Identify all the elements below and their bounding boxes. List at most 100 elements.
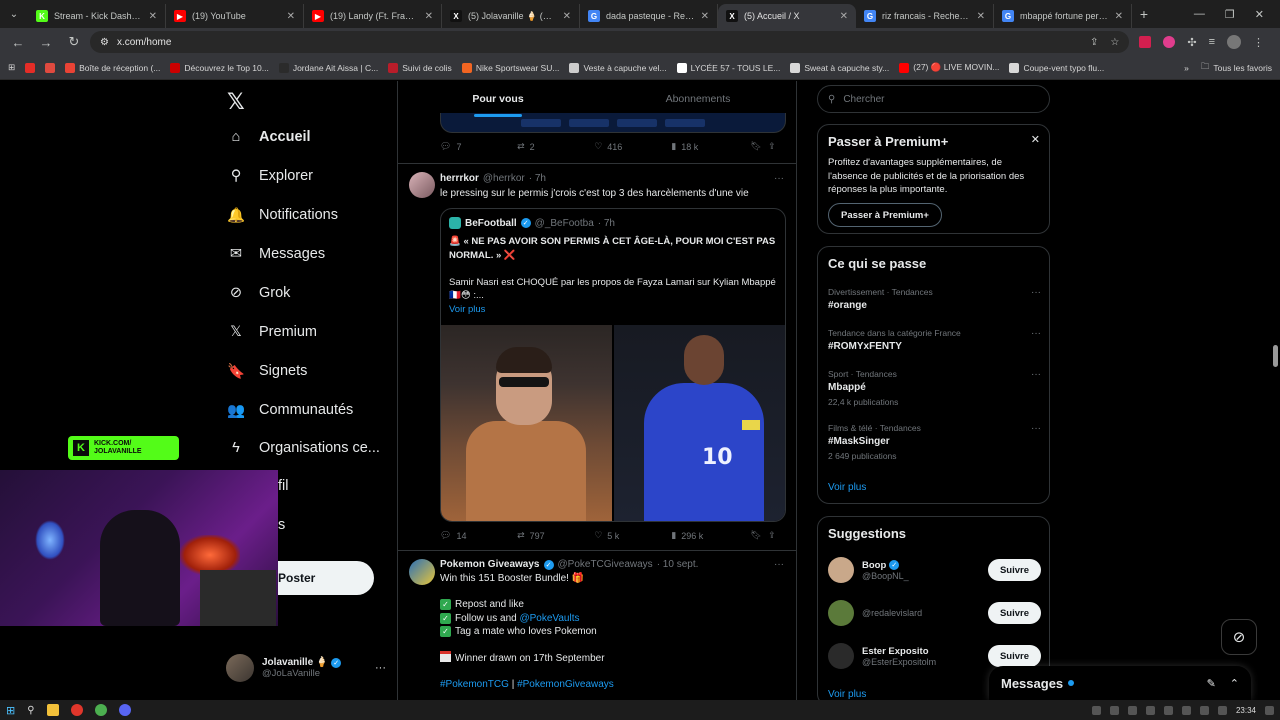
nav-item-mail[interactable]: ✉ Messages [227, 245, 325, 263]
repost-button[interactable]: ⇄ 2 [517, 141, 594, 152]
browser-tab[interactable]: K Stream - Kick Dashboard ✕ [28, 4, 166, 28]
tray-icon[interactable] [1091, 705, 1101, 715]
close-icon[interactable]: ✕ [1031, 133, 1040, 146]
new-message-icon[interactable]: ✎ [1207, 677, 1216, 690]
trend-item[interactable]: Tendance dans la catégorie France #ROMYx… [828, 328, 1041, 352]
nav-item-x-logo[interactable]: 𝕏 Premium [227, 323, 317, 341]
share-icon[interactable]: ⇪ [768, 141, 786, 152]
author-handle[interactable]: @herrkor [483, 173, 525, 184]
bookmark-item[interactable]: Boîte de réception (... [65, 62, 160, 73]
more-icon[interactable]: ··· [375, 662, 386, 674]
star-icon[interactable]: ☆ [1110, 37, 1119, 48]
clock[interactable]: 23:34 [1236, 706, 1256, 715]
restore-icon[interactable]: ❐ [1225, 8, 1235, 21]
bookmark-item[interactable]: Nike Sportswear SU... [461, 62, 559, 73]
bookmarks-overflow-icon[interactable]: » [1184, 63, 1189, 73]
account-switcher[interactable]: Jolavanille 🍦 ✓ @JoLaVanille ··· [226, 654, 386, 682]
tweet-time[interactable]: · 7h [529, 173, 546, 184]
nav-item-bell[interactable]: 🔔 Notifications [227, 206, 338, 224]
kebab-menu-icon[interactable]: ⋮ [1253, 36, 1264, 49]
tab-for-you[interactable]: Pour vous [398, 81, 598, 117]
nav-item-search[interactable]: ⚲ Explorer [227, 167, 313, 185]
bookmark-item[interactable]: LYCÉE 57 - TOUS LE... [676, 62, 780, 73]
puzzle-icon[interactable]: ✣ [1187, 36, 1196, 49]
tab-search-icon[interactable]: ⌄ [0, 0, 28, 28]
search-input[interactable]: ⚲ Chercher [817, 85, 1050, 113]
like-button[interactable]: ♡ 416 [594, 141, 671, 152]
follow-button[interactable]: Suivre [987, 645, 1041, 667]
file-explorer-icon[interactable] [46, 704, 59, 716]
tab-close-icon[interactable]: ✕ [840, 11, 848, 22]
hashtag-link[interactable]: #PokemonTCG [440, 679, 509, 690]
author-handle[interactable]: @PokeTCGiveaways [558, 559, 653, 570]
extension-icon[interactable] [1139, 36, 1152, 48]
nav-item-grok[interactable]: ⊘ Grok [227, 284, 291, 302]
trend-item[interactable]: Divertissement · Tendances #orange ··· [828, 287, 1041, 311]
scrollbar-track[interactable] [1271, 81, 1280, 700]
share-icon[interactable]: ⇪ [768, 530, 786, 541]
grok-floating-button[interactable]: ⊘ [1221, 619, 1257, 655]
all-bookmarks[interactable]: 🗀 Tous les favoris [1201, 61, 1272, 75]
quote-image-nasri[interactable] [441, 325, 612, 521]
tweet-time[interactable]: · 10 sept. [657, 559, 699, 570]
browser-tab[interactable]: ▶ (19) YouTube ✕ [166, 4, 304, 28]
follow-button[interactable]: Suivre [987, 559, 1041, 581]
avatar[interactable] [409, 559, 435, 585]
opera-icon[interactable] [70, 704, 83, 716]
tab-close-icon[interactable]: ✕ [1115, 11, 1123, 22]
expand-icon[interactable]: ⌃ [1230, 677, 1239, 690]
search-icon[interactable]: ⚲ [27, 705, 34, 716]
tray-icon[interactable] [1127, 705, 1137, 715]
bookmark-item[interactable]: Suivi de colis [388, 62, 452, 73]
browser-tab[interactable]: G mbappé fortune personn ✕ [994, 4, 1132, 28]
close-window-icon[interactable]: ✕ [1255, 8, 1264, 21]
bookmark-item[interactable]: Veste à capuche vel... [569, 62, 667, 73]
bookmark-item[interactable]: Découvrez le Top 10... [170, 62, 269, 73]
suggestion-row[interactable]: Boop ✓ @BoopNL_ Suivre [828, 555, 1041, 585]
premium-button[interactable]: Passer à Premium+ [828, 203, 942, 227]
trend-item[interactable]: Films & télé · Tendances #MaskSinger 2 64… [828, 423, 1041, 461]
extension-icon[interactable] [1163, 36, 1176, 48]
nav-item-home[interactable]: ⌂ Accueil [227, 128, 311, 146]
install-icon[interactable]: ⇪ [1090, 37, 1098, 48]
notification-icon[interactable] [1265, 705, 1274, 715]
quote-image-mbappe[interactable]: 10 [614, 325, 785, 521]
apps-icon[interactable]: ⊞ [8, 62, 15, 73]
wifi-icon[interactable] [1199, 705, 1209, 715]
new-tab-button[interactable]: + [1132, 6, 1156, 22]
browser-tab[interactable]: ▶ (19) Landy (Ft. Franglish) ✕ [304, 4, 442, 28]
browser-tab[interactable]: G dada pasteque - Recherch ✕ [580, 4, 718, 28]
repost-button[interactable]: ⇄ 797 [517, 530, 594, 541]
more-icon[interactable]: ··· [774, 173, 784, 184]
tray-icon[interactable] [1163, 705, 1173, 715]
tab-list-icon[interactable]: ≡ [1209, 36, 1215, 48]
nav-item-profile[interactable]: fil [278, 478, 288, 494]
nav-item-more[interactable]: s [278, 517, 285, 533]
volume-icon[interactable] [1217, 705, 1227, 715]
avatar[interactable] [409, 172, 435, 198]
bookmark-item[interactable] [25, 62, 36, 73]
tab-close-icon[interactable]: ✕ [425, 11, 433, 22]
like-button[interactable]: ♡ 5 k [594, 530, 671, 541]
tab-close-icon[interactable]: ✕ [977, 11, 985, 22]
browser-tab[interactable]: X (5) Accueil / X ✕ [718, 4, 856, 28]
more-icon[interactable]: ··· [1031, 287, 1041, 298]
discord-icon[interactable] [118, 704, 131, 716]
x-logo-icon[interactable]: 𝕏 [227, 89, 245, 115]
back-icon[interactable]: ← [6, 30, 30, 54]
tab-close-icon[interactable]: ✕ [563, 11, 571, 22]
reply-button[interactable]: 💬︎ 14 [440, 530, 517, 541]
suggestions-see-more[interactable]: Voir plus [828, 689, 866, 700]
tray-icon[interactable] [1109, 705, 1119, 715]
forward-icon[interactable]: → [34, 30, 58, 54]
messages-drawer[interactable]: Messages ✎ ⌃ [989, 666, 1251, 700]
browser-tab[interactable]: X (5) Jolavanille 🍦 (@JoLaV ✕ [442, 4, 580, 28]
bookmark-item[interactable]: (27) 🔴 LIVE MOVIN... [899, 62, 999, 73]
more-icon[interactable]: ··· [1031, 328, 1041, 339]
tab-close-icon[interactable]: ✕ [149, 11, 157, 22]
trends-see-more[interactable]: Voir plus [828, 482, 866, 493]
windows-start-icon[interactable]: ⊞ [6, 704, 15, 717]
tray-icon[interactable] [1181, 705, 1191, 715]
scrollbar-thumb[interactable] [1273, 345, 1278, 367]
tab-close-icon[interactable]: ✕ [287, 11, 295, 22]
